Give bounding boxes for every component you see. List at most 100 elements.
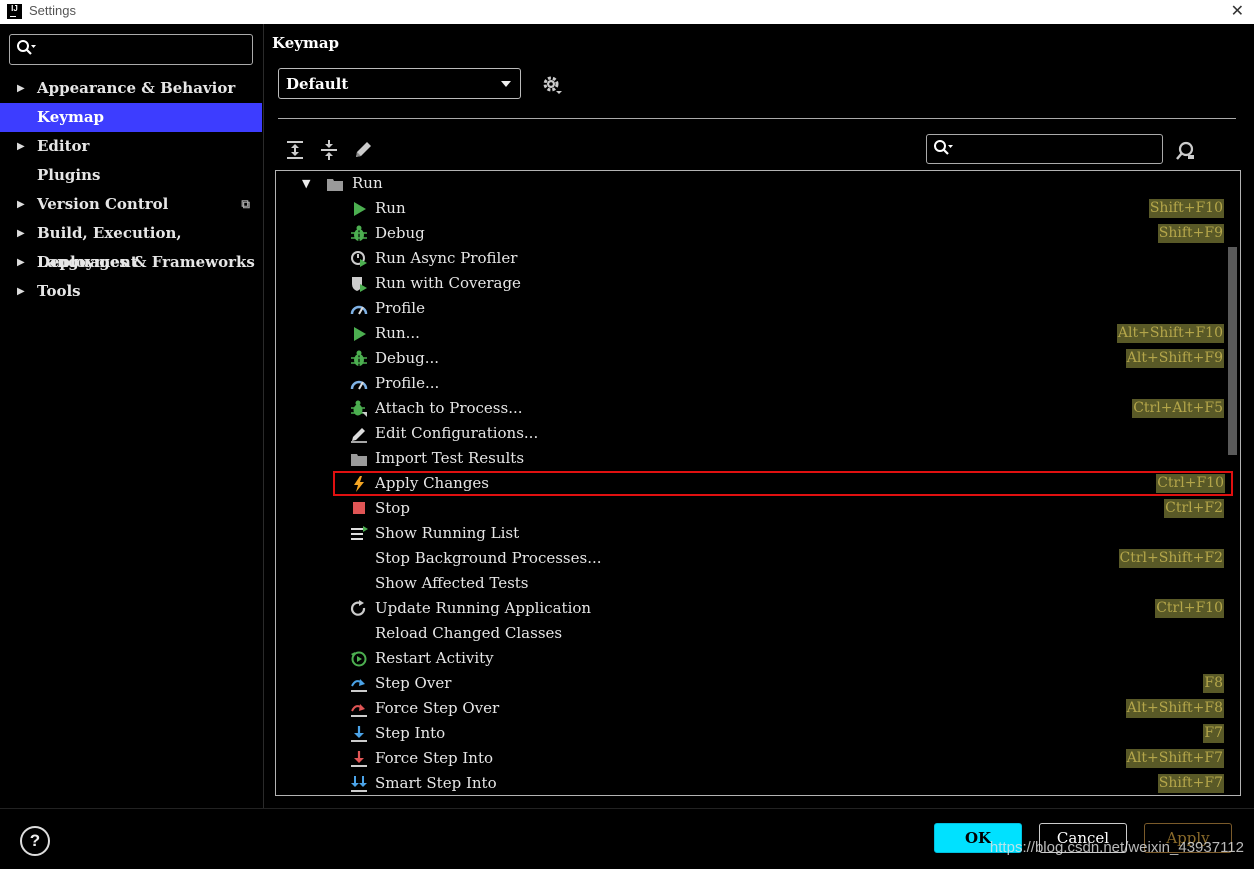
shortcut-badge: Ctrl+F2 <box>1164 499 1224 518</box>
keymap-action-row[interactable]: Stop Ctrl+F2 <box>276 496 1224 521</box>
divider <box>278 118 1236 119</box>
shortcut-badge: Alt+Shift+F10 <box>1116 324 1224 343</box>
sidebar-item-plugins[interactable]: Plugins <box>0 161 262 190</box>
shortcut-search-input[interactable] <box>926 134 1163 164</box>
keymap-action-row[interactable]: Run with Coverage <box>276 271 1224 296</box>
keymap-action-row[interactable]: Force Step Over Alt+Shift+F8 <box>276 696 1224 721</box>
help-button[interactable]: ? <box>20 826 50 856</box>
keymap-action-row[interactable]: Import Test Results <box>276 446 1224 471</box>
keymap-action-row[interactable]: Step Into F7 <box>276 721 1224 746</box>
run-icon <box>354 202 366 216</box>
attach-icon <box>351 400 367 417</box>
tree-scrollbar[interactable] <box>1228 247 1237 455</box>
keymap-action-row[interactable]: Reload Changed Classes <box>276 621 1224 646</box>
expand-arrow-icon[interactable]: ▼ <box>302 171 310 196</box>
keymap-action-row[interactable]: Show Affected Tests <box>276 571 1224 596</box>
debug-icon <box>351 225 367 241</box>
keymap-action-row[interactable]: Run... Alt+Shift+F10 <box>276 321 1224 346</box>
collapse-all-icon[interactable] <box>318 139 340 161</box>
action-label: Debug... <box>375 349 440 367</box>
keymap-select[interactable]: Default <box>278 68 521 99</box>
settings-search-input[interactable] <box>9 34 253 65</box>
refresh-icon <box>350 600 366 616</box>
keymap-panel: Keymap Default ▼ Run Run Shift+F10 Debug… <box>264 24 1254 808</box>
keymap-action-row[interactable]: Run Shift+F10 <box>276 196 1224 221</box>
close-icon[interactable]: ✕ <box>1231 1 1244 21</box>
shortcut-badge: F7 <box>1203 724 1224 743</box>
action-label: Run <box>375 199 406 217</box>
sidebar-item-editor[interactable]: ▶ Editor <box>0 132 262 161</box>
action-label: Profile... <box>375 374 440 392</box>
sidebar-item-label: Version Control <box>37 195 169 213</box>
sidebar-item-version-control[interactable]: ▶ Version Control ⧉ <box>0 190 262 219</box>
action-label: Profile <box>375 299 425 317</box>
sidebar-item-tools[interactable]: ▶ Tools <box>0 277 262 306</box>
expand-arrow-icon[interactable]: ▶ <box>17 74 25 103</box>
action-label: Smart Step Into <box>375 774 497 792</box>
window-title: Settings <box>29 3 76 18</box>
shortcut-badge: Shift+F10 <box>1148 199 1224 218</box>
keymap-action-row[interactable]: Step Over F8 <box>276 671 1224 696</box>
action-label: Import Test Results <box>375 449 525 467</box>
expand-arrow-icon[interactable]: ▶ <box>17 132 25 161</box>
shortcut-badge: Shift+F7 <box>1157 774 1224 793</box>
action-label: Restart Activity <box>375 649 494 667</box>
keymap-action-row[interactable]: Profile... <box>276 371 1224 396</box>
shortcut-badge: Alt+Shift+F9 <box>1125 349 1224 368</box>
sidebar-item-appearance-behavior[interactable]: ▶ Appearance & Behavior <box>0 74 262 103</box>
force-step-into-icon <box>351 751 367 767</box>
keymap-action-row[interactable]: Stop Background Processes... Ctrl+Shift+F… <box>276 546 1224 571</box>
pencil-icon[interactable] <box>352 139 374 161</box>
sidebar-item-languages-frameworks[interactable]: ▶ Languages & Frameworks <box>0 248 262 277</box>
keymap-action-row[interactable]: Attach to Process... Ctrl+Alt+F5 <box>276 396 1224 421</box>
find-by-shortcut-icon[interactable] <box>1174 140 1196 162</box>
shortcut-badge: Ctrl+F10 <box>1155 599 1224 618</box>
keymap-tree[interactable]: ▼ Run Run Shift+F10 Debug Shift+F9 Run Async… <box>275 170 1241 796</box>
page-title: Keymap <box>272 34 340 52</box>
shortcut-badge: Ctrl+F10 <box>1156 474 1225 493</box>
expand-arrow-icon[interactable]: ▶ <box>17 190 25 219</box>
sidebar-item-keymap[interactable]: Keymap <box>0 103 262 132</box>
keymap-action-row[interactable]: Run Async Profiler <box>276 246 1224 271</box>
keymap-action-row[interactable]: Profile <box>276 296 1224 321</box>
keymap-action-row[interactable]: Debug Shift+F9 <box>276 221 1224 246</box>
action-label: Step Into <box>375 724 446 742</box>
sidebar-item-label: Plugins <box>37 166 101 184</box>
async-profiler-icon <box>351 251 367 267</box>
action-label: Apply Changes <box>375 474 489 492</box>
sidebar-item-label: Tools <box>37 282 81 300</box>
action-label: Show Affected Tests <box>375 574 529 592</box>
action-label: Debug <box>375 224 425 242</box>
shortcut-badge: F8 <box>1203 674 1224 693</box>
folder-icon <box>327 179 343 191</box>
chevron-down-icon <box>501 81 511 87</box>
sidebar-item-label: Editor <box>37 137 90 155</box>
expand-all-icon[interactable] <box>284 139 306 161</box>
keymap-action-row[interactable]: Debug... Alt+Shift+F9 <box>276 346 1224 371</box>
tree-group-label: Run <box>352 174 383 192</box>
expand-arrow-icon[interactable]: ▶ <box>17 219 25 248</box>
gear-icon[interactable] <box>541 74 563 96</box>
keymap-action-row[interactable]: Update Running Application Ctrl+F10 <box>276 596 1224 621</box>
action-label: Stop Background Processes... <box>375 549 602 567</box>
action-label: Force Step Into <box>375 749 494 767</box>
tree-group-run[interactable]: ▼ Run <box>276 171 1224 196</box>
expand-arrow-icon[interactable]: ▶ <box>17 277 25 306</box>
keymap-action-row[interactable]: Smart Step Into Shift+F7 <box>276 771 1224 795</box>
keymap-action-row[interactable]: Restart Activity <box>276 646 1224 671</box>
list-icon <box>351 526 368 540</box>
shortcut-badge: Ctrl+Shift+F2 <box>1118 549 1224 568</box>
action-label: Run... <box>375 324 420 342</box>
keymap-action-row[interactable]: Apply Changes Ctrl+F10 <box>333 471 1233 496</box>
expand-arrow-icon[interactable]: ▶ <box>17 248 25 277</box>
keymap-action-row[interactable]: Show Running List <box>276 521 1224 546</box>
smart-step-into-icon <box>351 776 367 792</box>
action-label: Step Over <box>375 674 452 692</box>
watermark: https://blog.csdn.net/weixin_43937112 <box>989 839 1244 856</box>
sidebar-item-label: Keymap <box>37 108 105 126</box>
stop-icon <box>353 502 365 514</box>
sidebar-item-build-execution-deployment[interactable]: ▶ Build, Execution, Deployment <box>0 219 262 271</box>
keymap-action-row[interactable]: Edit Configurations... <box>276 421 1224 446</box>
keymap-action-row[interactable]: Force Step Into Alt+Shift+F7 <box>276 746 1224 771</box>
shortcut-badge: Shift+F9 <box>1157 224 1224 243</box>
